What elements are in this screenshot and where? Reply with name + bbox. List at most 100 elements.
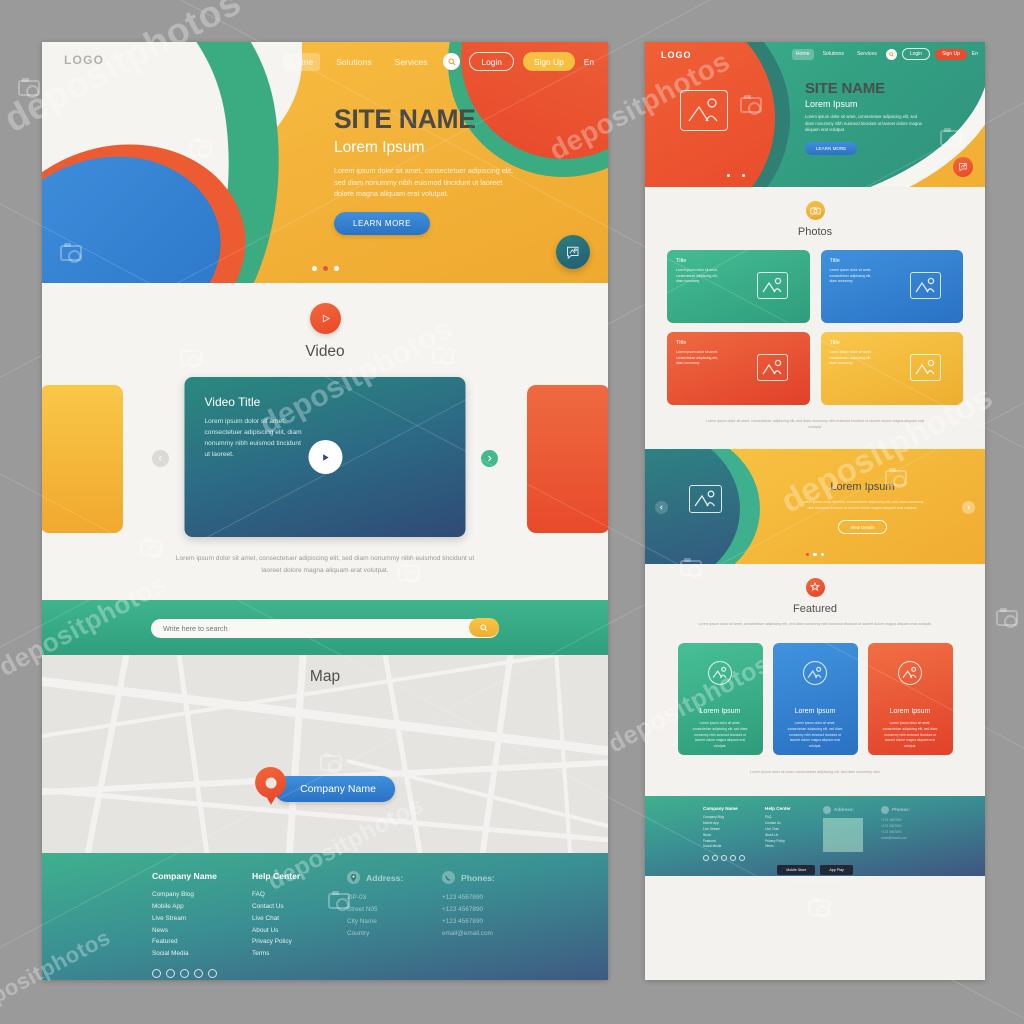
map-section[interactable]: Map Company Name bbox=[42, 655, 608, 854]
carousel-dot[interactable] bbox=[727, 173, 731, 177]
chevron-right-icon[interactable] bbox=[962, 500, 975, 514]
video-side-card-left[interactable] bbox=[42, 385, 123, 533]
photo-card[interactable]: Title Lorem ipsum dolor sit amet, consec… bbox=[820, 250, 963, 323]
site-logo[interactable]: LOGO bbox=[64, 53, 104, 67]
footer-email-line[interactable]: email@email.com bbox=[881, 836, 961, 842]
photo-card-body: Lorem ipsum dolor sit amet, consectetuer… bbox=[829, 350, 872, 366]
featured-card-title: Lorem Ipsum bbox=[889, 708, 931, 716]
video-section-title: Video bbox=[305, 343, 345, 360]
mobile-nav-item-home[interactable]: Home bbox=[791, 48, 814, 60]
map-marker[interactable]: Company Name bbox=[255, 767, 395, 811]
app-play-button[interactable]: App Play bbox=[820, 865, 853, 876]
social-icon[interactable] bbox=[166, 969, 175, 979]
footer-link[interactable]: About Us bbox=[252, 925, 347, 937]
footer-link[interactable]: Terms bbox=[765, 844, 823, 850]
footer-link[interactable]: Terms bbox=[252, 948, 347, 960]
mobile-search-icon[interactable] bbox=[885, 48, 897, 60]
mobile-photos-grid: Title Lorem ipsum dolor sit amet, consec… bbox=[645, 250, 985, 405]
image-placeholder-icon bbox=[898, 661, 922, 686]
mobile-login-button[interactable]: Login bbox=[901, 48, 931, 60]
mobile-site-logo[interactable]: LOGO bbox=[661, 50, 692, 60]
chevron-left-icon[interactable] bbox=[655, 500, 668, 514]
mobile-footer-column-phones: Phones: +123 4567890 +123 4567890 +123 4… bbox=[881, 805, 961, 862]
play-icon bbox=[309, 303, 341, 334]
social-icon[interactable] bbox=[194, 969, 203, 979]
hero-carousel-dots[interactable] bbox=[42, 266, 608, 271]
carousel-dot-active[interactable] bbox=[322, 266, 328, 271]
mobile-photo-bubble-icon[interactable] bbox=[953, 157, 973, 177]
social-icon[interactable] bbox=[730, 855, 736, 862]
carousel-dot[interactable] bbox=[741, 173, 746, 177]
featured-card-title: Lorem Ipsum bbox=[794, 708, 836, 716]
login-button[interactable]: Login bbox=[469, 52, 514, 71]
footer-link[interactable]: News bbox=[152, 925, 252, 937]
photo-bubble-icon[interactable] bbox=[556, 235, 590, 269]
footer-link[interactable]: Social Media bbox=[152, 948, 252, 960]
video-side-card-right[interactable] bbox=[527, 385, 608, 533]
featured-card[interactable]: Lorem Ipsum Lorem ipsum dolor sit amet, … bbox=[677, 643, 763, 756]
search-input[interactable] bbox=[151, 619, 499, 639]
mobile-store-button[interactable]: Mobile Store bbox=[777, 865, 816, 876]
learn-more-button[interactable]: LEARN MORE bbox=[334, 211, 430, 235]
hero-title: SITE NAME bbox=[334, 104, 476, 134]
featured-card[interactable]: Lorem Ipsum Lorem ipsum dolor sit amet, … bbox=[867, 643, 953, 756]
footer-link[interactable]: Live Stream bbox=[152, 913, 252, 925]
mobile-footer-column-company: Company Name Company Blog Mobile App Liv… bbox=[703, 806, 765, 862]
nav-item-solutions[interactable]: Solutions bbox=[329, 53, 378, 71]
featured-card-body: Lorem ipsum dolor sit amet, consectetuer… bbox=[692, 721, 748, 748]
footer-link[interactable]: Company Blog bbox=[152, 889, 252, 901]
language-selector[interactable]: En bbox=[584, 57, 594, 67]
carousel-dot-active[interactable] bbox=[734, 173, 738, 177]
search-submit-button[interactable] bbox=[469, 618, 499, 638]
chevron-right-icon[interactable] bbox=[481, 450, 498, 467]
mobile-language-selector[interactable]: En bbox=[972, 51, 978, 57]
featured-card[interactable]: Lorem Ipsum Lorem ipsum dolor sit amet, … bbox=[772, 643, 858, 756]
nav-item-home[interactable]: Home bbox=[283, 52, 321, 71]
mobile-photos-title: Photos bbox=[797, 226, 833, 238]
nav-item-services[interactable]: Services bbox=[388, 53, 435, 71]
footer-link[interactable]: FAQ bbox=[252, 889, 347, 901]
search-icon[interactable] bbox=[443, 53, 461, 70]
mobile-nav-item-services[interactable]: Services bbox=[853, 49, 881, 60]
carousel-dot[interactable] bbox=[311, 266, 317, 271]
location-pin-icon bbox=[823, 805, 831, 814]
social-icon[interactable] bbox=[712, 855, 718, 862]
footer-email-line[interactable]: email@email.com bbox=[442, 928, 562, 940]
footer-link[interactable]: Privacy Policy bbox=[252, 936, 347, 948]
mobile-top-navigation: Home Solutions Services Login Sign Up En bbox=[791, 48, 978, 60]
map-marker-label[interactable]: Company Name bbox=[274, 776, 395, 803]
play-icon[interactable] bbox=[308, 440, 342, 474]
photo-card[interactable]: Title Lorem ipsum dolor sit amet, consec… bbox=[820, 332, 963, 405]
photo-card[interactable]: Title Lorem ipsum dolor sit amet, consec… bbox=[667, 250, 810, 323]
footer-link[interactable]: Social Media bbox=[703, 844, 765, 850]
footer-link[interactable]: Featured bbox=[152, 936, 252, 948]
social-icon[interactable] bbox=[739, 855, 745, 862]
social-icon[interactable] bbox=[208, 969, 217, 979]
mobile-learn-more-button[interactable]: LEARN MORE bbox=[805, 142, 858, 156]
carousel-dot[interactable] bbox=[820, 552, 825, 556]
chevron-left-icon[interactable] bbox=[152, 450, 169, 467]
view-details-button[interactable]: View Details bbox=[838, 520, 887, 535]
mobile-footer-links-help: FAQ Contact Us Live Chat About Us Privac… bbox=[765, 815, 823, 851]
carousel-dot-active[interactable] bbox=[805, 552, 810, 556]
mobile-signup-button[interactable]: Sign Up bbox=[935, 48, 967, 60]
photo-card-body: Lorem ipsum dolor sit amet, consectetuer… bbox=[829, 268, 872, 284]
social-icon[interactable] bbox=[180, 969, 189, 979]
signup-button[interactable]: Sign Up bbox=[522, 52, 575, 71]
mobile-website-mockup: LOGO Home Solutions Services Login Sign … bbox=[645, 42, 985, 980]
video-card[interactable]: Video Title Lorem ipsum dolor sit amet, … bbox=[184, 377, 466, 537]
mobile-nav-item-solutions[interactable]: Solutions bbox=[819, 49, 848, 60]
carousel-dot[interactable] bbox=[333, 266, 339, 271]
social-icon[interactable] bbox=[703, 855, 709, 862]
mobile-hero-carousel-dots[interactable] bbox=[727, 173, 746, 177]
mobile-banner-dots[interactable] bbox=[645, 552, 985, 556]
photo-card[interactable]: Title Lorem ipsum dolor sit amet, consec… bbox=[667, 332, 810, 405]
mobile-footer-map-thumb[interactable] bbox=[823, 817, 863, 852]
mobile-footer-heading-company: Company Name bbox=[703, 805, 738, 811]
social-icon[interactable] bbox=[152, 969, 161, 979]
footer-link[interactable]: Live Chat bbox=[252, 913, 347, 925]
carousel-dot[interactable] bbox=[813, 552, 817, 556]
social-icon[interactable] bbox=[721, 855, 727, 862]
footer-link[interactable]: Contact Us bbox=[252, 901, 347, 913]
footer-link[interactable]: Mobile App bbox=[152, 901, 252, 913]
